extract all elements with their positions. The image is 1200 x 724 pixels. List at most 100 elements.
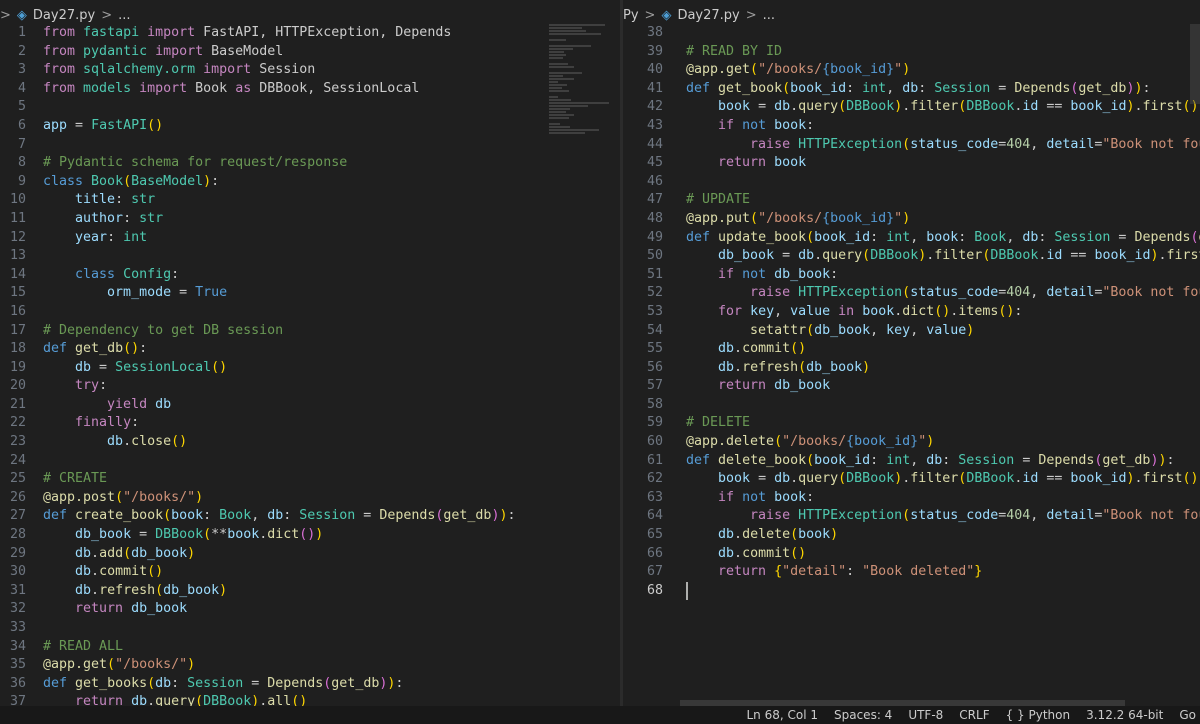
vertical-scrollbar[interactable] [1190,24,1200,104]
code-text[interactable]: # READ BY ID [686,43,782,62]
code-line[interactable]: 57 return db_book [623,377,1200,396]
code-line[interactable]: 41 def get_book(book_id: int, db: Session… [623,80,1200,99]
code-line[interactable]: 11 author: str [0,210,620,229]
right-code-area[interactable]: 38 39 # READ BY ID 40 @app.get("/books/{book… [623,24,1200,706]
code-line[interactable]: 68 [623,581,1200,601]
language-mode[interactable]: { } Python [1006,708,1071,722]
code-line[interactable]: 54 setattr(db_book, key, value) [623,322,1200,341]
code-text[interactable]: def create_book(book: Book, db: Session … [43,507,515,526]
code-text[interactable]: if not book: [686,117,814,136]
code-text[interactable]: def get_book(book_id: int, db: Session =… [686,80,1150,99]
code-text[interactable]: # Dependency to get DB session [43,322,283,341]
go-live[interactable]: Go [1179,708,1196,722]
code-text[interactable]: db.delete(book) [686,526,838,545]
code-line[interactable]: 52 raise HTTPException(status_code=404, … [623,284,1200,303]
code-text[interactable]: if not db_book: [686,266,838,285]
code-text[interactable]: db.refresh(db_book) [43,582,227,601]
code-text[interactable]: # DELETE [686,414,750,433]
code-line[interactable]: 67 return {"detail": "Book deleted"} [623,563,1200,582]
code-text[interactable]: @app.delete("/books/{book_id}") [686,433,934,452]
code-text[interactable]: # Pydantic schema for request/response [43,154,347,173]
code-line[interactable]: 45 return book [623,154,1200,173]
code-line[interactable]: 29 db.add(db_book) [0,545,620,564]
code-line[interactable]: 5 [0,98,620,117]
code-text[interactable]: db.commit() [43,563,163,582]
code-text[interactable]: db = SessionLocal() [43,359,227,378]
code-text[interactable]: @app.get("/books/{book_id}") [686,61,910,80]
left-code-area[interactable]: 1 from fastapi import FastAPI, HTTPExcept… [0,24,620,706]
code-line[interactable]: 66 db.commit() [623,545,1200,564]
code-line[interactable]: 42 book = db.query(DBBook).filter(DBBook… [623,98,1200,117]
right-editor-pane[interactable]: Py > ◈ Day27.py > ... 38 39 # READ BY ID 40… [623,0,1200,706]
code-line[interactable]: 44 raise HTTPException(status_code=404, … [623,136,1200,155]
code-text[interactable]: setattr(db_book, key, value) [686,322,974,341]
code-text[interactable]: app = FastAPI() [43,117,163,136]
code-text[interactable]: raise HTTPException(status_code=404, det… [686,284,1200,303]
code-text[interactable]: return db.query(DBBook).all() [43,693,307,706]
code-line[interactable]: 34 # READ ALL [0,638,620,657]
code-text[interactable]: author: str [43,210,163,229]
code-line[interactable]: 46 [623,173,1200,192]
code-text[interactable]: @app.put("/books/{book_id}") [686,210,910,229]
code-line[interactable]: 1 from fastapi import FastAPI, HTTPExcept… [0,24,620,43]
code-line[interactable]: 48 @app.put("/books/{book_id}") [623,210,1200,229]
code-text[interactable]: def update_book(book_id: int, book: Book… [686,229,1200,248]
code-text[interactable]: db.commit() [686,545,806,564]
code-text[interactable]: book = db.query(DBBook).filter(DBBook.id… [686,98,1199,117]
encoding[interactable]: UTF-8 [908,708,943,722]
code-text[interactable]: db.close() [43,433,187,452]
code-line[interactable]: 2 from pydantic import BaseModel [0,43,620,62]
code-line[interactable]: 59 # DELETE [623,414,1200,433]
code-line[interactable]: 27 def create_book(book: Book, db: Sessio… [0,507,620,526]
code-line[interactable]: 50 db_book = db.query(DBBook).filter(DBB… [623,247,1200,266]
code-line[interactable]: 8 # Pydantic schema for request/response [0,154,620,173]
code-text[interactable]: # UPDATE [686,191,750,210]
minimap[interactable] [549,24,619,144]
code-line[interactable]: 56 db.refresh(db_book) [623,359,1200,378]
code-text[interactable]: raise HTTPException(status_code=404, det… [686,136,1200,155]
code-line[interactable]: 25 # CREATE [0,470,620,489]
code-line[interactable]: 37 return db.query(DBBook).all() [0,693,620,706]
code-line[interactable]: 31 db.refresh(db_book) [0,582,620,601]
indentation[interactable]: Spaces: 4 [834,708,892,722]
code-line[interactable]: 6 app = FastAPI() [0,117,620,136]
code-text[interactable]: # CREATE [43,470,107,489]
code-line[interactable]: 30 db.commit() [0,563,620,582]
code-line[interactable]: 63 if not book: [623,489,1200,508]
breadcrumb-ellipsis[interactable]: ... [763,8,775,23]
code-line[interactable]: 33 [0,619,620,638]
code-text[interactable]: class Config: [43,266,179,285]
code-text[interactable]: db_book = DBBook(**book.dict()) [43,526,323,545]
code-line[interactable]: 10 title: str [0,191,620,210]
code-text[interactable]: book = db.query(DBBook).filter(DBBook.id… [686,470,1199,489]
code-text[interactable]: @app.post("/books/") [43,489,203,508]
left-editor-pane[interactable]: > ◈ Day27.py > ... 1 from fastapi import … [0,0,620,706]
code-text[interactable]: from sqlalchemy.orm import Session [43,61,315,80]
code-line[interactable]: 32 return db_book [0,600,620,619]
line-ending[interactable]: CRLF [959,708,989,722]
code-line[interactable]: 65 db.delete(book) [623,526,1200,545]
code-line[interactable]: 23 db.close() [0,433,620,452]
code-line[interactable]: 17 # Dependency to get DB session [0,322,620,341]
code-line[interactable]: 60 @app.delete("/books/{book_id}") [623,433,1200,452]
code-text[interactable]: return db_book [686,377,830,396]
code-line[interactable]: 4 from models import Book as DBBook, Sess… [0,80,620,99]
code-text[interactable]: def get_books(db: Session = Depends(get_… [43,675,403,694]
code-text[interactable]: raise HTTPException(status_code=404, det… [686,507,1200,526]
code-text[interactable]: if not book: [686,489,814,508]
code-line[interactable]: 3 from sqlalchemy.orm import Session [0,61,620,80]
code-text[interactable]: db.add(db_book) [43,545,195,564]
code-line[interactable]: 58 [623,396,1200,415]
code-text[interactable]: year: int [43,229,147,248]
code-line[interactable]: 40 @app.get("/books/{book_id}") [623,61,1200,80]
code-line[interactable]: 49 def update_book(book_id: int, book: Bo… [623,229,1200,248]
code-text[interactable]: def get_db(): [43,340,147,359]
code-text[interactable]: from fastapi import FastAPI, HTTPExcepti… [43,24,451,43]
cursor-position[interactable]: Ln 68, Col 1 [746,708,818,722]
code-line[interactable]: 9 class Book(BaseModel): [0,173,620,192]
code-line[interactable]: 39 # READ BY ID [623,43,1200,62]
code-text[interactable]: return {"detail": "Book deleted"} [686,563,982,582]
code-line[interactable]: 13 [0,247,620,266]
code-line[interactable]: 35 @app.get("/books/") [0,656,620,675]
code-text[interactable]: yield db [43,396,171,415]
